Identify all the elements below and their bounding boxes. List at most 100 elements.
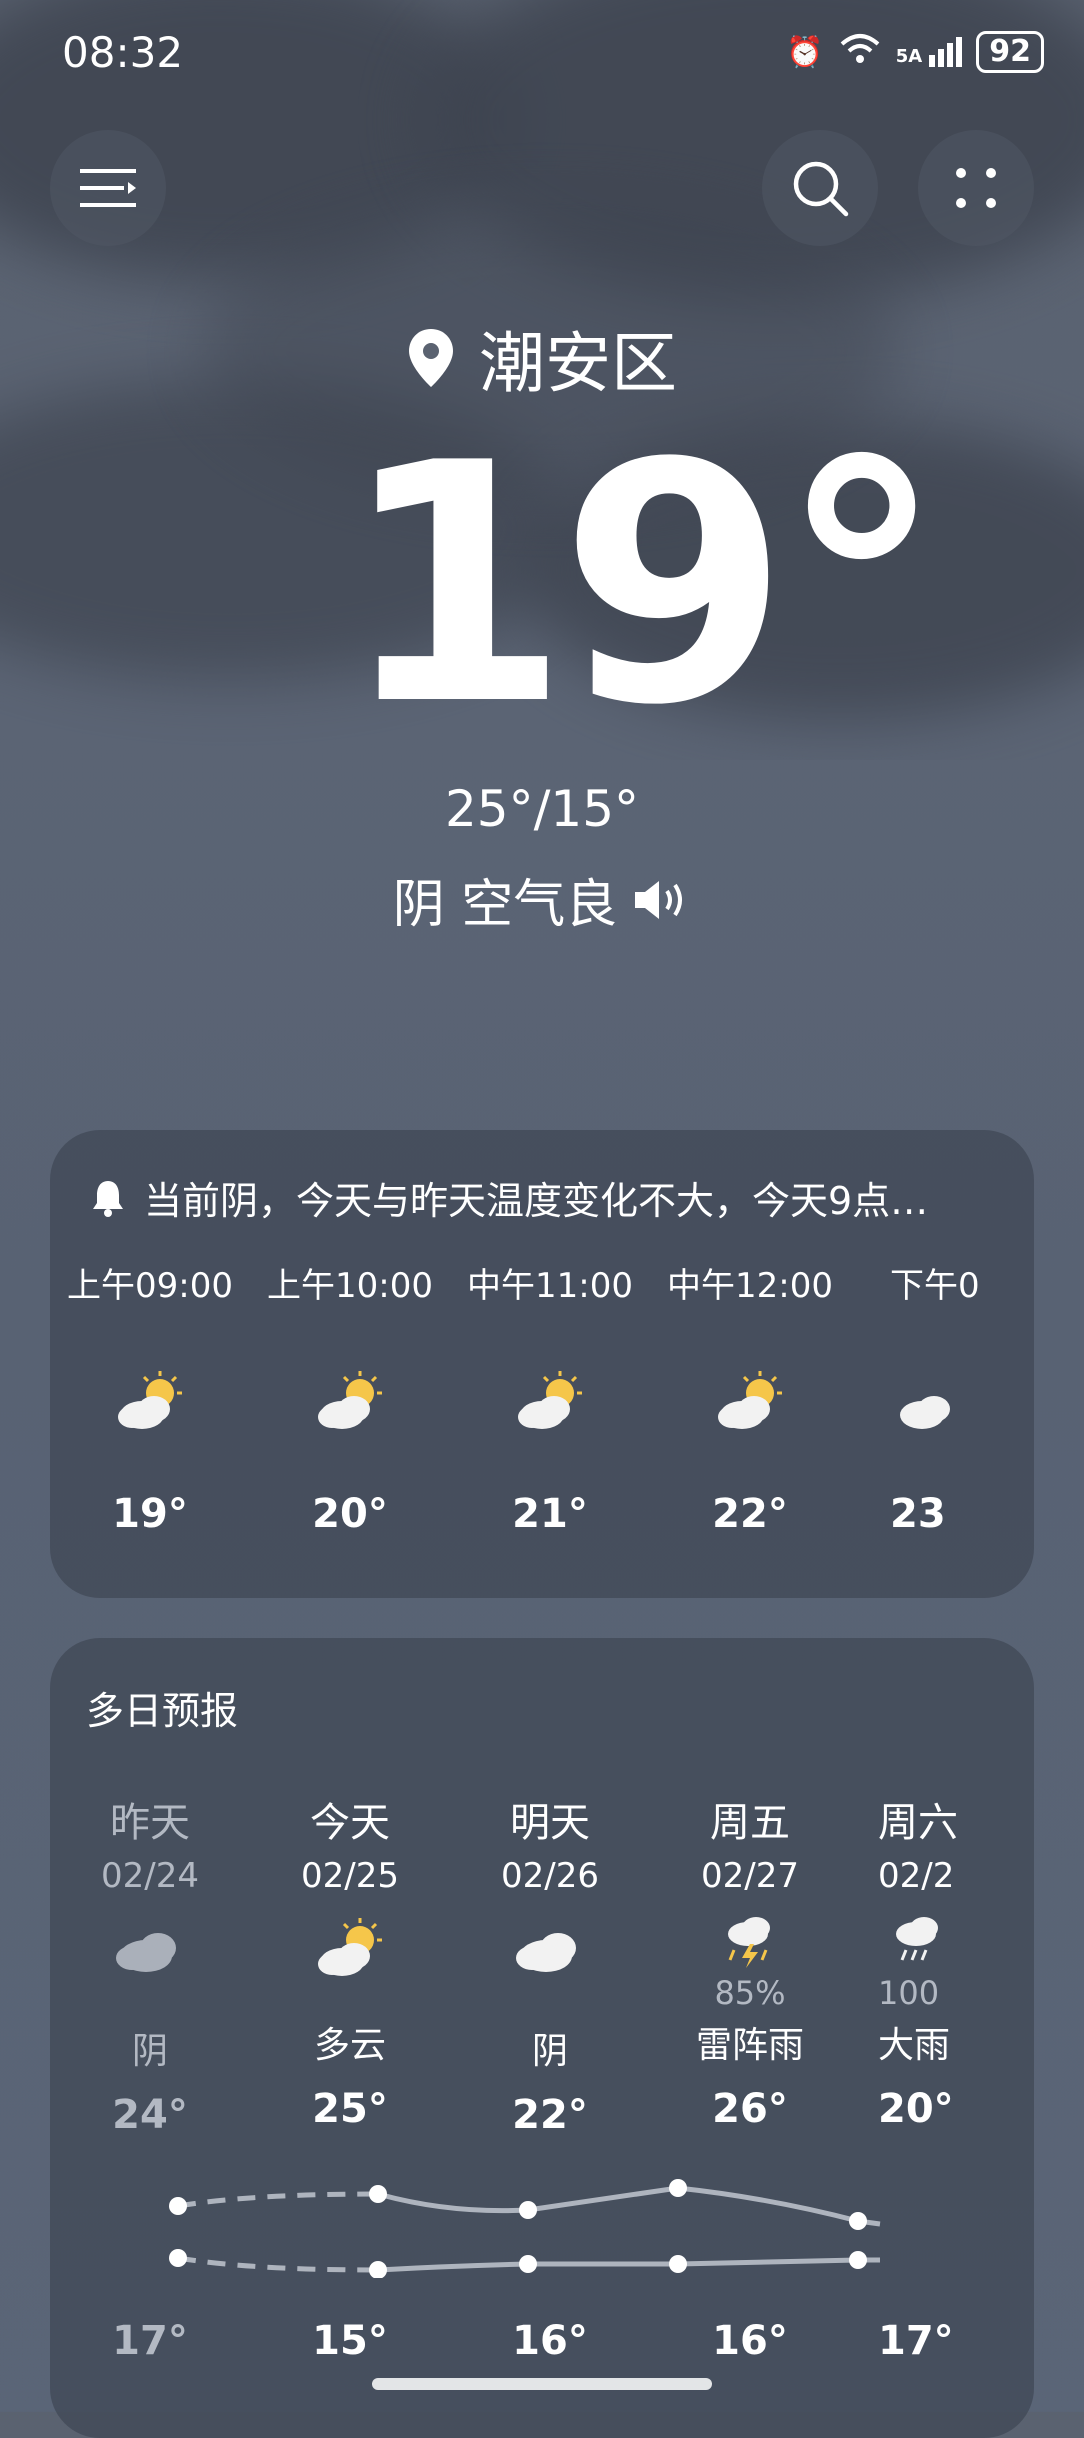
day-name: 明天 (510, 1800, 590, 1846)
hour-temp: 22° (712, 1491, 788, 1537)
partly-cloudy-icon (318, 1371, 382, 1429)
hour-time: 下午0 (890, 1266, 980, 1306)
day-condition: 阴 (131, 2031, 168, 2072)
day-condition: 阴 (531, 2031, 568, 2072)
home-indicator[interactable] (372, 2378, 712, 2390)
wifi-icon (838, 30, 882, 74)
low-trend-line-past (177, 2255, 379, 2273)
menu-button[interactable] (50, 130, 166, 246)
day-date: 02/2 (878, 1856, 955, 1896)
high-low-temperature: 25°/15° (444, 780, 640, 838)
hour-time: 中午11:00 (467, 1266, 633, 1306)
high-trend-line (377, 2185, 881, 2227)
high-point (519, 2201, 537, 2219)
day-item[interactable]: 周六 02/2 100 大雨 20° (850, 1790, 1034, 2132)
precip-chance: 100 (878, 1974, 940, 2012)
day-high: 20° (878, 2086, 954, 2132)
day-date: 02/27 (701, 1856, 799, 1896)
hour-item: 上午09:00 19° (50, 1258, 250, 1537)
low-point (169, 2249, 187, 2267)
weather-alert[interactable]: 当前阴，今天与昨天温度变化不大，今天9点… (90, 1170, 928, 1225)
high-trend-line-past (177, 2191, 379, 2209)
day-name: 周五 (710, 1800, 790, 1846)
more-button[interactable] (918, 130, 1034, 246)
day-low: 17° (112, 2318, 188, 2364)
battery-indicator: 92 (976, 31, 1044, 73)
hour-time: 上午10:00 (267, 1266, 433, 1306)
day-item[interactable]: 今天 02/25 多云 25° (250, 1790, 450, 2132)
condition-label: 阴 空气良 (392, 875, 618, 935)
low-trend-line (377, 2257, 880, 2273)
day-date: 02/26 (501, 1856, 599, 1896)
hour-time: 中午12:00 (667, 1266, 833, 1306)
location-pin-icon (409, 329, 453, 387)
hour-item: 下午0 23 (850, 1258, 1034, 1537)
day-name: 今天 (310, 1800, 390, 1846)
hour-item: 中午12:00 22° (650, 1258, 850, 1537)
cloudy-icon (116, 1933, 176, 1972)
current-temperature: 19° (340, 393, 944, 777)
precip-chance: 85% (714, 1974, 786, 2012)
high-point (669, 2179, 687, 2197)
hour-item: 中午11:00 21° (450, 1258, 650, 1537)
day-item[interactable]: 昨天 02/24 阴 24° (50, 1790, 250, 2138)
status-time: 08:32 (62, 28, 184, 77)
heavy-rain-icon (896, 1917, 938, 1961)
hour-temp: 20° (312, 1491, 388, 1537)
status-bar: 08:32 ⏰ 5A 92 (0, 0, 1084, 110)
low-point (669, 2255, 687, 2273)
day-high: 25° (312, 2086, 388, 2132)
status-icons: ⏰ 5A 92 (786, 30, 1044, 74)
day-condition: 雷阵雨 (695, 2025, 804, 2066)
alert-text: 当前阴，今天与昨天温度变化不大，今天9点… (144, 1179, 929, 1223)
hour-temp: 23 (890, 1491, 946, 1537)
signal-label: 5A (895, 46, 923, 67)
day-name: 周六 (878, 1800, 958, 1846)
hour-item: 上午10:00 20° (250, 1258, 450, 1537)
daily-forecast-card[interactable]: 多日预报 昨天 02/24 阴 24° 今天 02/25 多云 25° 明天 0… (50, 1638, 1034, 2438)
day-name: 昨天 (110, 1800, 190, 1846)
search-button[interactable] (762, 130, 878, 246)
partly-cloudy-icon (518, 1371, 582, 1429)
precip-chance (50, 1984, 250, 2014)
hour-temp: 19° (112, 1491, 188, 1537)
day-date: 02/24 (101, 1856, 199, 1896)
precip-chance (450, 1984, 650, 2014)
location-name: 潮安区 (479, 325, 677, 402)
partly-cloudy-icon (718, 1371, 782, 1429)
hour-time: 上午09:00 (67, 1266, 233, 1306)
speaker-icon[interactable] (631, 877, 691, 923)
day-item[interactable]: 明天 02/26 阴 22° (450, 1790, 650, 2138)
high-point (169, 2197, 187, 2215)
location-header[interactable]: 潮安区 (0, 310, 1084, 406)
cloudy-icon (516, 1933, 576, 1972)
partly-cloudy-icon (318, 1918, 382, 1976)
day-low: 15° (312, 2318, 388, 2364)
low-point (369, 2261, 387, 2278)
current-condition: 阴 空气良 (0, 862, 1084, 937)
hourly-forecast-card[interactable]: 当前阴，今天与昨天温度变化不大，今天9点… 上午09:00 19° 上午10:0… (50, 1130, 1034, 1598)
high-point (369, 2185, 387, 2203)
day-low: 17° (878, 2318, 954, 2364)
day-high: 24° (112, 2092, 188, 2138)
thunderstorm-icon (728, 1917, 770, 1968)
daily-title: 多日预报 (86, 1689, 239, 1733)
day-date: 02/25 (301, 1856, 399, 1896)
alarm-icon: ⏰ (786, 34, 824, 70)
menu-icon (80, 169, 136, 207)
day-low: 16° (712, 2318, 788, 2364)
bell-icon (93, 1180, 123, 1217)
day-high: 22° (512, 2092, 588, 2138)
low-point (849, 2251, 867, 2269)
grid-dots-icon (956, 168, 996, 208)
day-item[interactable]: 周五 02/27 85% 雷阵雨 26° (650, 1790, 850, 2132)
temperature-trend-chart (169, 2179, 881, 2278)
day-condition: 大雨 (878, 2025, 951, 2066)
day-high: 26° (712, 2086, 788, 2132)
precip-chance (250, 1988, 450, 2008)
low-point (519, 2255, 537, 2273)
search-icon (793, 161, 849, 217)
high-point (849, 2212, 867, 2230)
partly-cloudy-icon (900, 1396, 950, 1429)
hour-temp: 21° (512, 1491, 588, 1537)
